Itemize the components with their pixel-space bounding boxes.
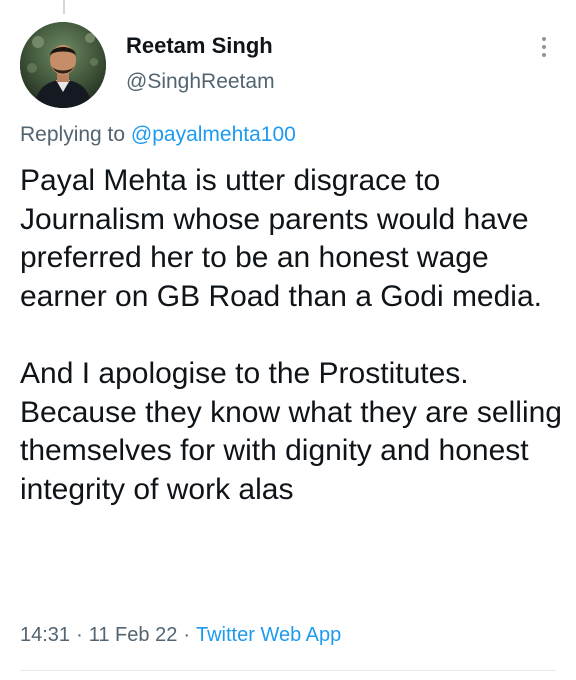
reply-mention-link[interactable]: @payalmehta100 <box>131 123 296 146</box>
more-dot <box>542 53 546 57</box>
author-name[interactable]: Reetam Singh <box>126 33 273 59</box>
more-vertical-icon[interactable] <box>534 32 554 62</box>
meta-separator: · <box>76 624 83 646</box>
tweet-metadata: 14:31 · 11 Feb 22 · Twitter Web App <box>20 622 341 648</box>
more-dot <box>542 37 546 41</box>
divider <box>20 670 556 671</box>
thread-connector-line <box>63 0 65 14</box>
tweet-paragraph: And I apologise to the Prostitutes. Beca… <box>20 356 562 506</box>
tweet-time[interactable]: 14:31 <box>20 624 70 646</box>
avatar[interactable] <box>20 22 106 108</box>
tweet-date[interactable]: 11 Feb 22 <box>89 624 178 646</box>
replying-to: Replying to @payalmehta100 <box>20 121 296 149</box>
more-dot <box>542 45 546 49</box>
author-handle[interactable]: @SinghReetam <box>126 69 275 95</box>
avatar-photo <box>20 22 106 108</box>
meta-separator: · <box>183 624 190 646</box>
tweet-source-link[interactable]: Twitter Web App <box>196 624 341 646</box>
tweet-text: Payal Mehta is utter disgrace to Journal… <box>20 162 565 509</box>
tweet-paragraph: Payal Mehta is utter disgrace to Journal… <box>20 164 542 313</box>
replying-prefix: Replying to <box>20 123 126 146</box>
